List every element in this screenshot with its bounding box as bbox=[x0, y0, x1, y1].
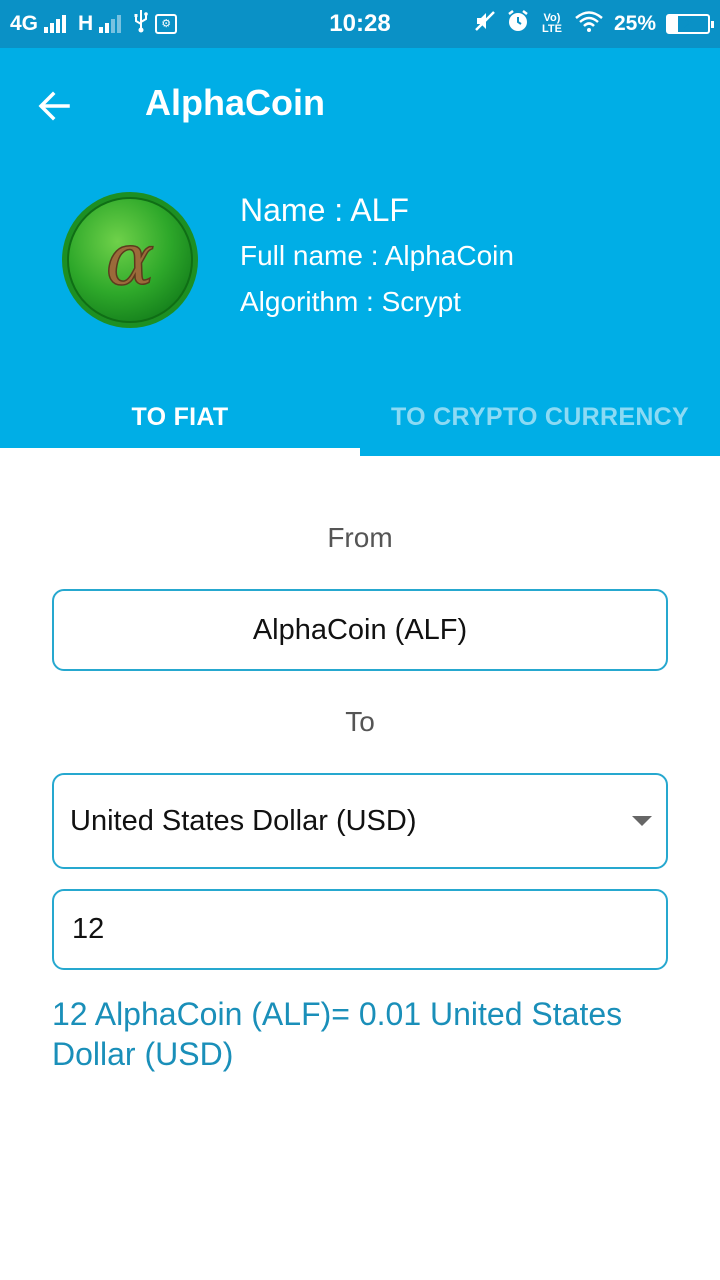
coin-name: Name : ALF bbox=[240, 192, 409, 228]
mute-icon bbox=[474, 10, 496, 38]
wifi-icon bbox=[574, 10, 604, 38]
from-currency-field[interactable]: AlphaCoin (ALF) bbox=[52, 589, 668, 671]
coin-full-name: Full name : AlphaCoin bbox=[240, 240, 514, 271]
alarm-icon bbox=[506, 9, 530, 39]
to-label: To bbox=[345, 706, 375, 737]
logo-glyph: α bbox=[106, 217, 155, 301]
from-currency-value: AlphaCoin (ALF) bbox=[252, 613, 468, 646]
tab-to-fiat[interactable]: TO FIAT bbox=[0, 378, 360, 456]
conversion-result: 12 AlphaCoin (ALF)= 0.01 United States D… bbox=[52, 996, 623, 1072]
coin-info: Name : ALF Full name : AlphaCoin Algorit… bbox=[240, 190, 514, 324]
dropdown-arrow-icon bbox=[632, 816, 652, 826]
tab-to-crypto-currency[interactable]: TO CRYPTO CURRENCY bbox=[360, 378, 720, 456]
coin-algorithm: Algorithm : Scrypt bbox=[240, 286, 461, 317]
coin-header: AlphaCoin α Name : ALF Full name : Alpha… bbox=[0, 48, 720, 456]
amount-input[interactable] bbox=[52, 889, 668, 970]
from-label: From bbox=[327, 522, 393, 553]
status-bar: 4G H ⚙ 10:28 Vo) LTE 25% ⚡ bbox=[0, 0, 720, 48]
active-tab-indicator bbox=[0, 448, 360, 456]
to-currency-value: United States Dollar (USD) bbox=[70, 804, 417, 837]
battery-percent: 25% bbox=[613, 12, 656, 35]
volte-icon: Vo) LTE bbox=[541, 12, 562, 35]
back-button[interactable] bbox=[22, 74, 86, 138]
charging-icon: ⚡ bbox=[682, 15, 694, 32]
battery-icon: ⚡ bbox=[666, 14, 714, 34]
to-currency-select[interactable]: United States Dollar (USD) bbox=[52, 773, 668, 869]
page-title: AlphaCoin bbox=[145, 82, 325, 123]
back-arrow-icon bbox=[38, 91, 70, 121]
status-right: Vo) LTE 25% ⚡ bbox=[474, 0, 714, 48]
alphacoin-logo: α bbox=[60, 190, 200, 330]
